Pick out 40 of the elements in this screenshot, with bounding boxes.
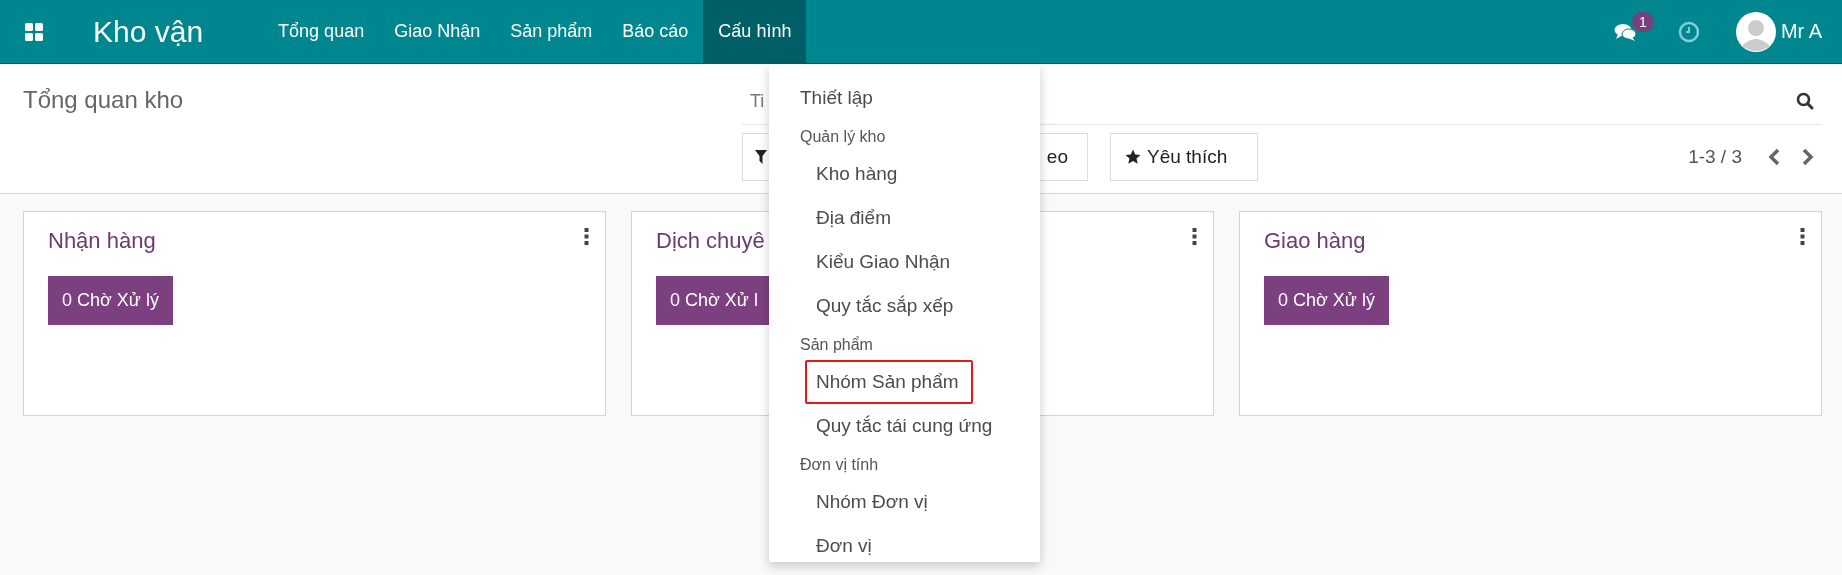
dropdown-section-header: Sản phẩm <box>800 335 873 355</box>
favorites-button[interactable]: Yêu thích <box>1110 133 1258 181</box>
kebab-menu-icon[interactable] <box>584 228 589 245</box>
card-title[interactable]: Nhận hàng <box>48 228 156 254</box>
dropdown-item[interactable]: Nhóm Sản phẩm <box>805 360 973 404</box>
menu-item[interactable]: Giao Nhận <box>379 0 496 63</box>
next-icon[interactable] <box>1802 148 1814 166</box>
menu-item[interactable]: Cấu hình <box>703 0 807 63</box>
dropdown-section-header: Quản lý kho <box>800 127 886 147</box>
previous-icon[interactable] <box>1768 148 1780 166</box>
kebab-menu-icon[interactable] <box>1192 228 1197 245</box>
dropdown-item[interactable]: Quy tắc tái cung ứng <box>798 404 1007 448</box>
dropdown-item[interactable]: Kiểu Giao Nhận <box>798 240 965 284</box>
dropdown-item[interactable]: Kho hàng <box>798 152 912 196</box>
menu-item[interactable]: Tổng quan <box>263 0 380 63</box>
chat-icon[interactable] <box>1613 21 1638 42</box>
pending-button[interactable]: 0 Chờ Xử l <box>656 276 772 325</box>
breadcrumb-title: Tổng quan kho <box>23 86 184 114</box>
pending-button[interactable]: 0 Chờ Xử lý <box>48 276 173 325</box>
menu-item[interactable]: Sản phẩm <box>495 0 608 63</box>
pending-button[interactable]: 0 Chờ Xử lý <box>1264 276 1389 325</box>
app-title: Kho vận <box>93 14 204 49</box>
search-icon[interactable] <box>1796 92 1814 110</box>
menu-item[interactable]: Báo cáo <box>607 0 704 63</box>
notification-badge: 1 <box>1631 11 1654 32</box>
dropdown-item[interactable]: Địa điểm <box>798 196 905 240</box>
filter-icon <box>755 150 767 164</box>
card-title[interactable]: Giao hàng <box>1264 228 1366 254</box>
dropdown-item[interactable]: Nhóm Đơn vị <box>798 480 942 524</box>
avatar-icon[interactable] <box>1735 11 1776 52</box>
dropdown-section-header: Đơn vị tính <box>800 455 879 475</box>
pager-value[interactable]: 1-3 / 3 <box>1688 146 1742 168</box>
apps-menu-icon[interactable] <box>25 22 43 41</box>
star-icon <box>1125 149 1141 165</box>
kebab-menu-icon[interactable] <box>1800 228 1805 245</box>
favorites-label: Yêu thích <box>1147 146 1228 168</box>
dropdown-item[interactable]: Đơn vị <box>798 524 886 568</box>
dropdown-item[interactable]: Quy tắc sắp xếp <box>798 284 968 328</box>
card-title[interactable]: Dịch chuyê <box>656 228 765 254</box>
user-name[interactable]: Mr A <box>1780 20 1822 43</box>
